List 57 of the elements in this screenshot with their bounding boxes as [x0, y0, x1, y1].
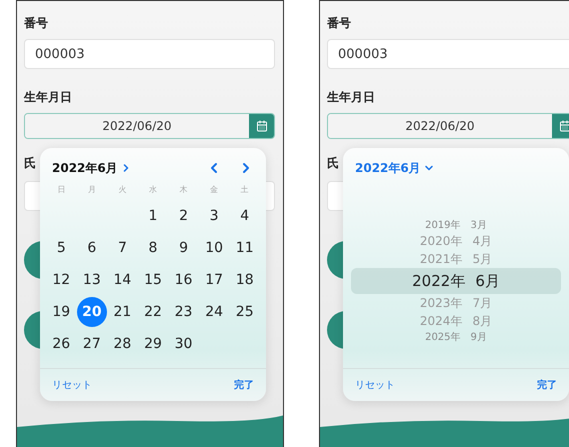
calendar-day[interactable]: 10 — [199, 233, 230, 263]
input-field[interactable]: 000003 — [24, 39, 275, 69]
weekday-label: 土 — [240, 184, 250, 196]
field-label: 番号 — [327, 15, 351, 32]
calendar-day[interactable]: 6 — [76, 233, 107, 263]
calendar-day[interactable]: 1 — [138, 201, 168, 231]
calendar-day[interactable]: 23 — [168, 297, 199, 327]
calendar-day[interactable]: 17 — [199, 265, 230, 295]
calendar-day[interactable]: 24 — [199, 297, 230, 327]
calendar-day[interactable]: 2 — [168, 201, 199, 231]
calendar-day[interactable]: 16 — [168, 265, 199, 295]
field-label: 氏 — [327, 155, 339, 172]
calendar-day[interactable]: 5 — [46, 233, 76, 263]
input-field[interactable]: 000003 — [327, 39, 569, 69]
calendar-day[interactable]: 19 — [46, 297, 76, 327]
weekday-label: 金 — [209, 184, 220, 196]
weekday-label: 月 — [86, 184, 97, 196]
calendar-day[interactable]: 7 — [107, 233, 138, 263]
calendar-day[interactable]: 11 — [230, 233, 260, 263]
selected-picker-row[interactable]: 2022年 6月 — [351, 268, 561, 294]
month-title[interactable]: 2022年6月 — [355, 160, 421, 176]
calendar-day[interactable]: 8 — [138, 233, 168, 263]
calendar-day[interactable]: 29 — [138, 329, 168, 359]
calendar-day[interactable]: 30 — [168, 329, 199, 359]
field-label: 氏 — [24, 155, 36, 172]
field-label: 番号 — [24, 15, 48, 32]
calendar-icon — [558, 120, 569, 132]
field-label: 生年月日 — [24, 89, 72, 106]
reset-button[interactable]: リセット — [355, 378, 395, 392]
calendar-day[interactable]: 12 — [46, 265, 76, 295]
calendar-day[interactable]: 28 — [107, 329, 138, 359]
reset-button[interactable]: リセット — [52, 378, 92, 392]
done-button[interactable]: 完了 — [234, 378, 254, 392]
weekday-label: 火 — [117, 184, 128, 196]
calendar-day[interactable]: 14 — [107, 265, 138, 295]
weekday-label: 木 — [178, 184, 189, 196]
calendar-day[interactable]: 3 — [199, 201, 230, 231]
weekday-label: 日 — [56, 184, 66, 196]
calendar-day[interactable]: 18 — [230, 265, 260, 295]
calendar-day[interactable]: 15 — [138, 265, 168, 295]
calendar-day[interactable]: 22 — [138, 297, 168, 327]
month-title[interactable]: 2022年6月 — [52, 160, 118, 176]
calendar-day[interactable]: 21 — [107, 297, 138, 327]
calendar-day[interactable]: 13 — [76, 265, 107, 295]
selected-day[interactable]: 20 — [76, 297, 107, 327]
calendar-day[interactable]: 4 — [230, 201, 260, 231]
calendar-day[interactable]: 9 — [168, 233, 199, 263]
calendar-day[interactable]: 27 — [76, 329, 107, 359]
date-field[interactable]: 2022/06/20 — [24, 113, 275, 139]
calendar-icon — [256, 120, 268, 132]
weekday-label: 水 — [148, 184, 158, 196]
field-label: 生年月日 — [327, 89, 375, 106]
calendar-day[interactable]: 26 — [46, 329, 76, 359]
date-field[interactable]: 2022/06/20 — [327, 113, 569, 139]
calendar-button[interactable] — [249, 114, 274, 138]
done-button[interactable]: 完了 — [537, 378, 557, 392]
calendar-day[interactable]: 25 — [230, 297, 260, 327]
